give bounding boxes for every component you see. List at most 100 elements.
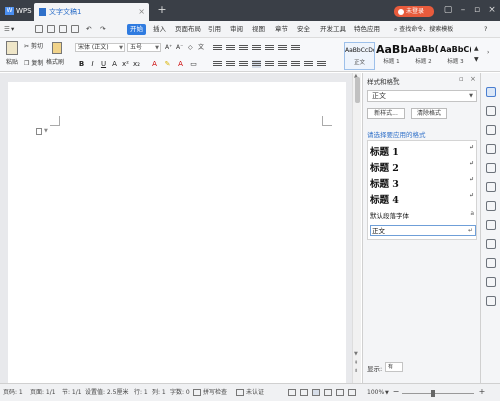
paragraph-marker-icon[interactable]: [36, 128, 42, 135]
menu-tab-security[interactable]: 安全: [297, 24, 310, 35]
increase-indent-icon[interactable]: [252, 44, 261, 52]
copy-button[interactable]: ❐ 复制: [24, 59, 43, 68]
status-section[interactable]: 节: 1/1: [62, 389, 82, 397]
redo-icon[interactable]: ↷: [100, 24, 105, 35]
style-item-heading4[interactable]: 标题 4 ↵: [370, 192, 476, 206]
select-icon[interactable]: [486, 106, 496, 116]
style-gallery-normal[interactable]: AaBbCcDd 正文: [344, 42, 375, 70]
italic-button[interactable]: I: [88, 60, 97, 69]
style-scroll-up-icon[interactable]: ▲: [474, 44, 479, 53]
new-style-button[interactable]: 新样式...: [367, 108, 405, 119]
numbered-list-icon[interactable]: [226, 44, 235, 52]
menu-tab-section[interactable]: 章节: [275, 24, 288, 35]
status-word-count[interactable]: 字数: 0: [170, 389, 190, 397]
show-filter-select[interactable]: 有: [385, 362, 403, 372]
shape-icon[interactable]: [486, 125, 496, 135]
share-icon[interactable]: [486, 201, 496, 211]
justify-icon[interactable]: [252, 60, 261, 68]
grow-font-icon[interactable]: A⁺: [165, 43, 172, 52]
focus-mode-icon[interactable]: [300, 389, 308, 396]
menu-tab-view[interactable]: 视图: [252, 24, 265, 35]
format-painter-button[interactable]: 格式刷: [46, 42, 68, 68]
style-gallery-heading2[interactable]: AaBb( 标题 2: [408, 42, 439, 70]
pin-icon[interactable]: ▫: [459, 75, 464, 83]
scroll-down-icon[interactable]: ▼: [354, 351, 358, 357]
close-window-button[interactable]: ×: [485, 4, 499, 16]
font-name-select[interactable]: 宋体 (正文) ▼: [75, 43, 125, 52]
char-border-icon[interactable]: ▭: [189, 60, 198, 69]
style-scroll-down-icon[interactable]: ▼: [474, 55, 479, 64]
spell-check-icon[interactable]: [193, 389, 201, 396]
menu-tab-layout[interactable]: 页面布局: [175, 24, 201, 35]
skin-icon[interactable]: ▢: [441, 4, 455, 16]
ribbon-more-icon[interactable]: ›: [487, 48, 489, 57]
close-pane-icon[interactable]: ×: [470, 75, 476, 83]
chinese-layout-icon[interactable]: [265, 44, 274, 52]
zoom-out-button[interactable]: −: [392, 388, 400, 396]
paste-button[interactable]: 粘贴: [4, 41, 20, 68]
zoom-in-button[interactable]: +: [478, 388, 486, 396]
help-button[interactable]: ?: [484, 24, 487, 35]
status-page-number[interactable]: 页码: 1: [3, 389, 23, 397]
menu-tab-review[interactable]: 审阅: [230, 24, 243, 35]
zoom-level[interactable]: 100%: [367, 389, 384, 397]
menu-tab-home[interactable]: 开始: [127, 24, 146, 35]
full-screen-icon[interactable]: [324, 389, 332, 396]
current-style-select[interactable]: 正文 ▼: [367, 90, 477, 102]
login-button[interactable]: 未登录: [394, 6, 434, 17]
underline-button[interactable]: U: [99, 60, 108, 69]
line-spacing-icon[interactable]: [278, 60, 287, 68]
open-icon[interactable]: [47, 25, 55, 33]
text-effect-icon[interactable]: A: [176, 60, 185, 69]
superscript-icon[interactable]: x²: [121, 60, 130, 69]
style-item-default-font[interactable]: 默认段落字体 a: [370, 210, 476, 220]
shading-icon[interactable]: [304, 60, 313, 68]
document-tab[interactable]: 文字文稿1 ×: [34, 3, 149, 21]
status-spell-check[interactable]: 拼写检查: [203, 389, 227, 397]
style-item-heading2[interactable]: 标题 2 ↵: [370, 160, 476, 174]
wps-app-tab[interactable]: W WPS: [2, 3, 32, 20]
zoom-slider-track[interactable]: [402, 393, 474, 394]
decrease-indent-icon[interactable]: [239, 44, 248, 52]
style-gallery-heading3[interactable]: AaBbC( 标题 3: [440, 42, 471, 70]
phonetic-icon[interactable]: 文: [198, 43, 204, 52]
chevron-down-icon[interactable]: ▼: [385, 389, 389, 397]
strikethrough-icon[interactable]: A: [110, 60, 119, 69]
undo-icon[interactable]: ↶: [86, 24, 91, 35]
preview-icon[interactable]: [71, 25, 79, 33]
highlight-icon[interactable]: ✎: [163, 60, 172, 69]
document-page[interactable]: ▼: [8, 82, 346, 384]
menu-tab-developer[interactable]: 开发工具: [320, 24, 346, 35]
history-icon[interactable]: [486, 277, 496, 287]
menu-tab-references[interactable]: 引用: [208, 24, 221, 35]
prev-page-icon[interactable]: ⇞: [354, 360, 358, 366]
file-menu-arrow-icon[interactable]: ▾: [11, 24, 14, 35]
style-gallery-heading1[interactable]: AaBb 标题 1: [376, 42, 407, 70]
clip-art-icon[interactable]: [486, 239, 496, 249]
save-icon[interactable]: [35, 25, 43, 33]
status-unverified[interactable]: 未认证: [246, 389, 264, 397]
next-page-icon[interactable]: ⇟: [354, 368, 358, 374]
borders-icon[interactable]: [291, 60, 300, 68]
image-icon[interactable]: [486, 258, 496, 268]
align-center-icon[interactable]: [226, 60, 235, 68]
web-view-icon[interactable]: [348, 389, 356, 396]
certification-icon[interactable]: [236, 389, 244, 396]
distributed-icon[interactable]: [265, 60, 274, 68]
status-pages[interactable]: 页面: 1/1: [30, 389, 56, 397]
font-color-icon[interactable]: A: [150, 60, 159, 69]
show-marks-icon[interactable]: [291, 44, 300, 52]
read-mode-icon[interactable]: [336, 389, 344, 396]
clear-format-button[interactable]: 清除格式: [411, 108, 447, 119]
paragraph-settings-icon[interactable]: [317, 60, 326, 68]
page-view-icon[interactable]: [312, 389, 320, 396]
status-row[interactable]: 行: 1: [134, 389, 148, 397]
subscript-icon[interactable]: x₂: [132, 60, 141, 69]
property-icon[interactable]: [486, 144, 496, 154]
help-icon[interactable]: [486, 296, 496, 306]
style-item-heading3[interactable]: 标题 3 ↵: [370, 176, 476, 190]
chevron-down-icon[interactable]: ▾: [393, 75, 397, 83]
translate-icon[interactable]: [486, 220, 496, 230]
navigation-icon[interactable]: [486, 163, 496, 173]
eye-protection-icon[interactable]: [288, 389, 296, 396]
